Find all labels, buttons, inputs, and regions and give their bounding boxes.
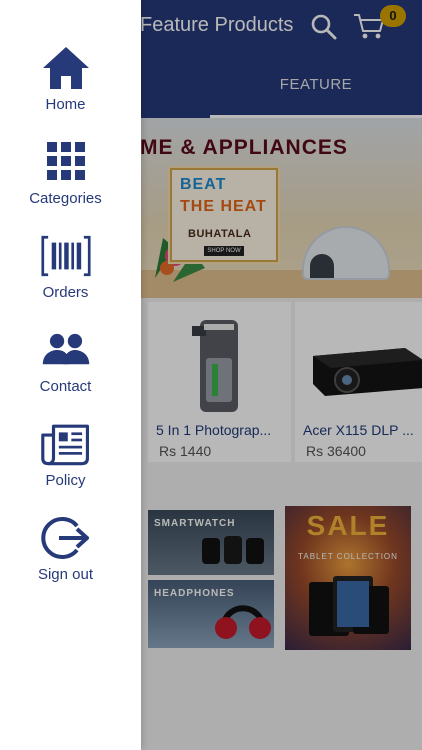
people-icon — [42, 333, 89, 365]
drawer-item-label: Policy — [45, 472, 86, 489]
drawer-item-label: Home — [45, 96, 86, 113]
drawer-item-orders[interactable]: Orders — [0, 232, 131, 301]
drawer-item-categories[interactable]: Categories — [0, 138, 131, 207]
drawer-item-label: Categories — [29, 190, 102, 207]
drawer-item-contact[interactable]: Contact — [0, 326, 131, 395]
barcode-icon — [40, 235, 91, 277]
drawer-item-signout[interactable]: Sign out — [0, 514, 131, 583]
home-icon — [42, 47, 89, 89]
grid-icon — [46, 142, 85, 180]
navigation-drawer: Home Categories Orders Contact Policy Si… — [0, 0, 141, 750]
drawer-item-label: Sign out — [37, 566, 94, 583]
drawer-item-policy[interactable]: Policy — [0, 420, 131, 489]
drawer-item-label: Orders — [42, 284, 89, 301]
document-icon — [40, 424, 89, 466]
drawer-item-home[interactable]: Home — [0, 44, 131, 113]
drawer-item-label: Contact — [39, 378, 92, 395]
logout-icon — [40, 517, 89, 559]
